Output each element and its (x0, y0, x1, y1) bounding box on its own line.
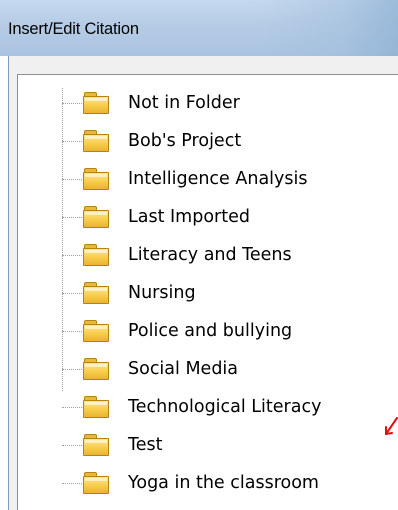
folder-icon (83, 471, 109, 494)
tree-item-label: Test (128, 435, 163, 455)
tree-item-label: Technological Literacy (128, 397, 322, 417)
tree-branch-line (62, 217, 82, 218)
folder-icon (83, 205, 109, 228)
tree-item-technological-literacy[interactable]: Technological Literacy (62, 392, 398, 423)
folder-icon (83, 91, 109, 114)
folder-icon (83, 433, 109, 456)
tree-item-police-and-bullying[interactable]: Police and bullying (62, 316, 398, 347)
tree-item-label: Police and bullying (128, 321, 293, 341)
tree-item-label: Not in Folder (128, 93, 240, 113)
dialog-title: Insert/Edit Citation (8, 20, 139, 38)
tree-branch-line (62, 407, 82, 408)
tree-branch-line (62, 331, 82, 332)
red-arrow-annotation-icon (385, 417, 398, 435)
tree-branch-line (62, 179, 82, 180)
tree-item-label: Intelligence Analysis (128, 169, 308, 189)
tree-item-test[interactable]: Test (62, 430, 398, 461)
tree-branch-line (62, 445, 82, 446)
folder-icon (83, 395, 109, 418)
tree-item-bobs-project[interactable]: Bob's Project (62, 126, 398, 157)
tree-item-label: Nursing (128, 283, 196, 303)
tree-item-label: Literacy and Teens (128, 245, 292, 265)
folder-icon (83, 319, 109, 342)
tree-item-label: Yoga in the classroom (128, 473, 319, 493)
folder-icon (83, 243, 109, 266)
folder-icon (83, 281, 109, 304)
tree-branch-line (62, 141, 82, 142)
tree-item-intelligence-analysis[interactable]: Intelligence Analysis (62, 164, 398, 195)
folder-icon (83, 129, 109, 152)
tree-item-label: Bob's Project (128, 131, 242, 151)
tree-item-label: Social Media (128, 359, 239, 379)
tree-branch-line (62, 255, 82, 256)
tree-item-label: Last Imported (128, 207, 250, 227)
tree-item-nursing[interactable]: Nursing (62, 278, 398, 309)
tree-item-literacy-and-teens[interactable]: Literacy and Teens (62, 240, 398, 271)
tree-branch-line (62, 369, 82, 370)
tree-item-yoga-in-the-classroom[interactable]: Yoga in the classroom (62, 468, 398, 499)
folder-tree: Not in Folder Bob's Project Intelligence… (0, 0, 398, 510)
tree-item-last-imported[interactable]: Last Imported (62, 202, 398, 233)
tree-branch-line (62, 103, 82, 104)
tree-branch-line (62, 293, 82, 294)
tree-item-social-media[interactable]: Social Media (62, 354, 398, 385)
folder-icon (83, 167, 109, 190)
tree-branch-line (62, 483, 82, 484)
tree-item-not-in-folder[interactable]: Not in Folder (62, 88, 398, 119)
insert-edit-citation-dialog: Insert/Edit Citation Not in Folder Bob's… (0, 0, 398, 510)
folder-icon (83, 357, 109, 380)
